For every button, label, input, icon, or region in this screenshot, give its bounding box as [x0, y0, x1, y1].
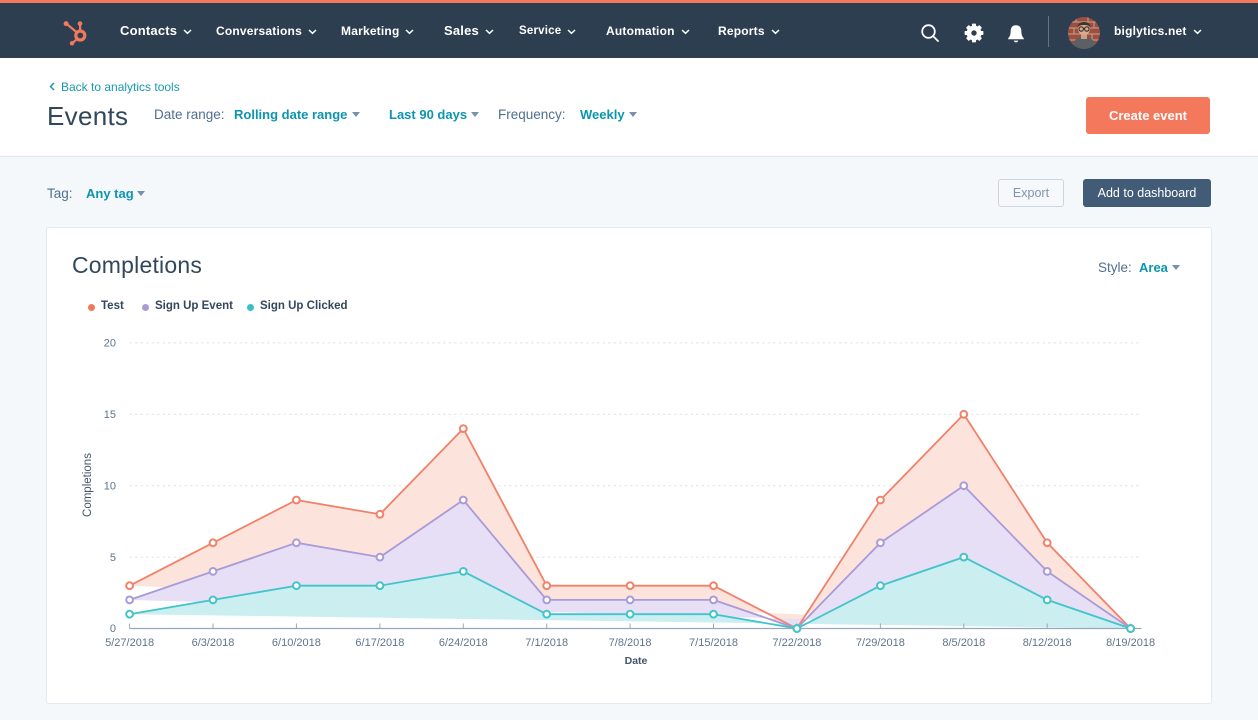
svg-text:7/1/2018: 7/1/2018	[525, 637, 568, 649]
svg-text:7/8/2018: 7/8/2018	[609, 637, 652, 649]
svg-text:Date: Date	[625, 655, 648, 667]
svg-text:Completions: Completions	[82, 453, 94, 517]
svg-text:7/22/2018: 7/22/2018	[772, 637, 821, 649]
svg-text:10: 10	[104, 480, 116, 492]
svg-text:8/19/2018: 8/19/2018	[1106, 637, 1155, 649]
svg-text:6/24/2018: 6/24/2018	[439, 637, 488, 649]
svg-text:6/10/2018: 6/10/2018	[272, 637, 321, 649]
svg-text:8/12/2018: 8/12/2018	[1023, 637, 1072, 649]
svg-text:15: 15	[104, 409, 116, 421]
svg-text:6/3/2018: 6/3/2018	[192, 637, 235, 649]
svg-text:8/5/2018: 8/5/2018	[942, 637, 985, 649]
svg-text:7/15/2018: 7/15/2018	[689, 637, 738, 649]
svg-text:5: 5	[110, 552, 116, 564]
svg-text:6/17/2018: 6/17/2018	[355, 637, 404, 649]
svg-text:7/29/2018: 7/29/2018	[856, 637, 905, 649]
svg-text:20: 20	[104, 338, 116, 350]
svg-text:0: 0	[110, 623, 116, 635]
svg-text:5/27/2018: 5/27/2018	[105, 637, 154, 649]
